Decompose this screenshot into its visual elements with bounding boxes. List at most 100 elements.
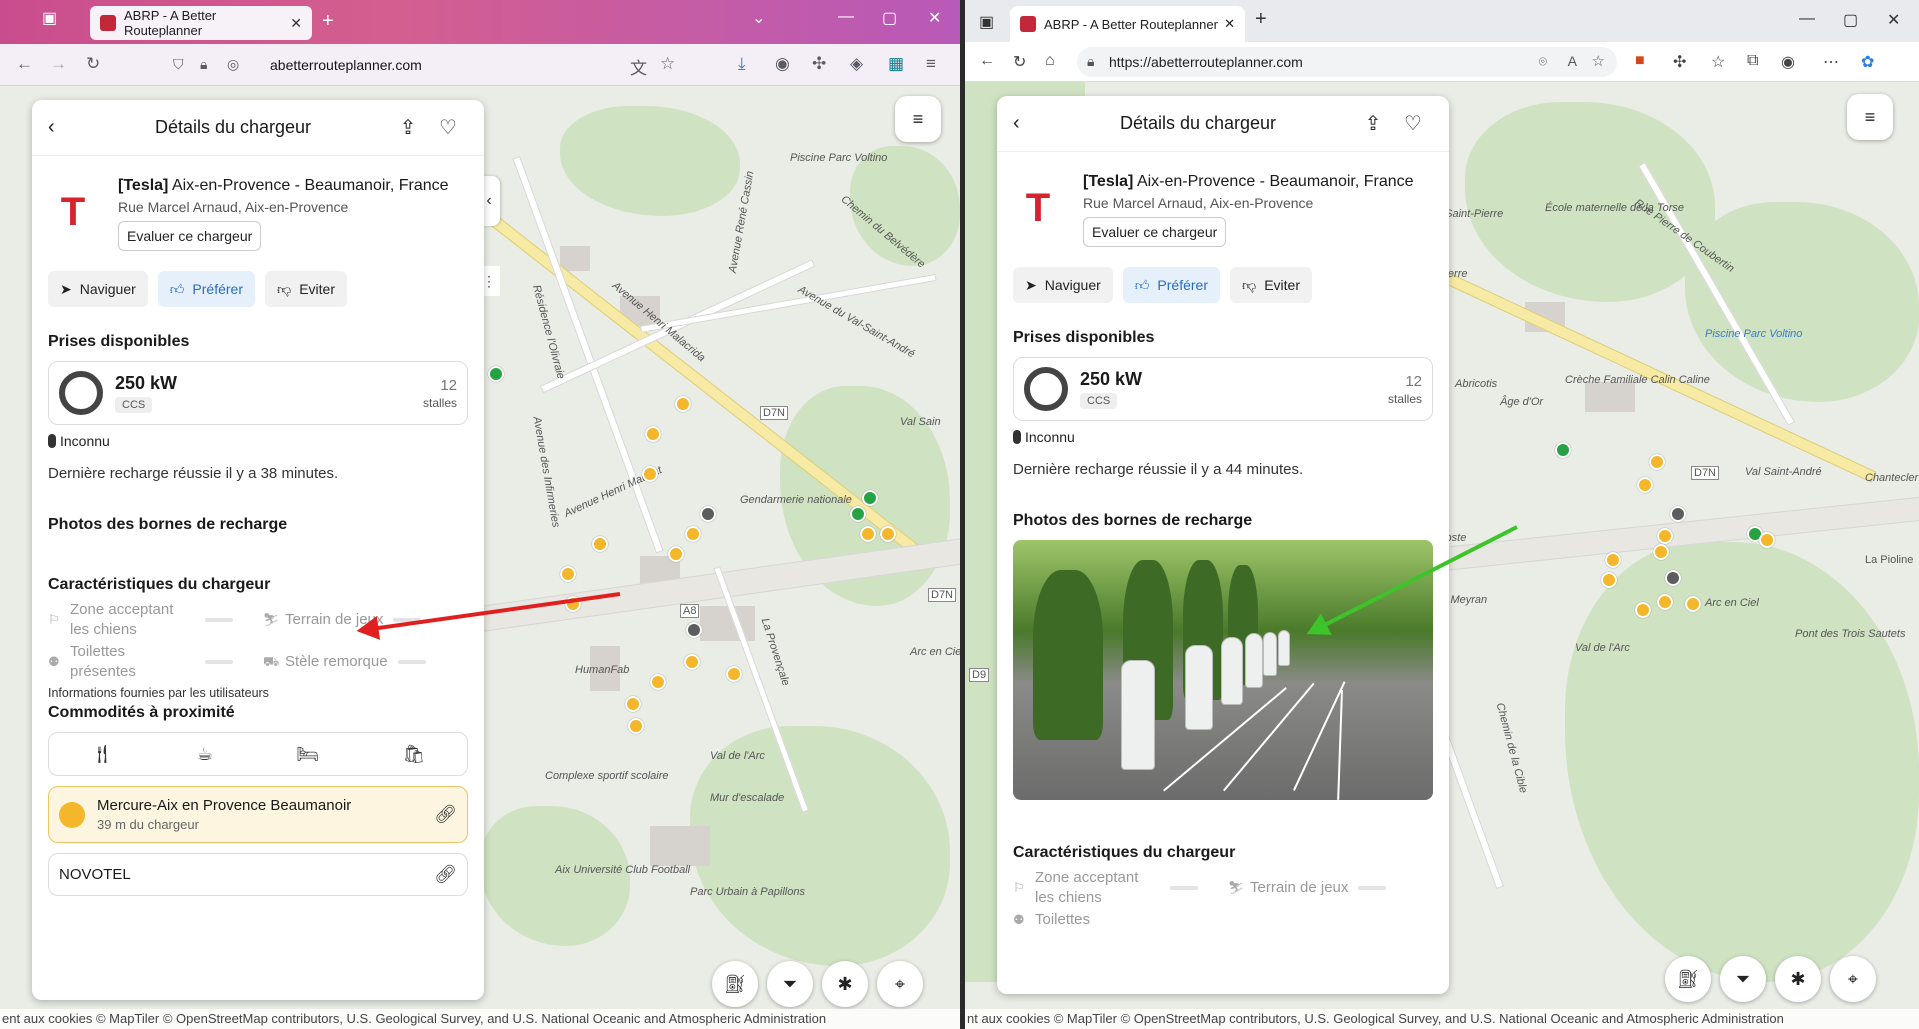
hamburger-menu-icon[interactable]: ≡ xyxy=(1847,94,1893,140)
tesla-charger-pin[interactable] xyxy=(1665,570,1681,586)
charger-pin[interactable] xyxy=(1637,477,1653,493)
crosshair-locate-icon[interactable]: ⌖ xyxy=(1830,956,1876,1002)
permissions-icon[interactable]: ◎ xyxy=(227,56,239,73)
tesla-charger-pin[interactable] xyxy=(686,622,702,638)
favorite-star-icon[interactable]: ☆ xyxy=(1592,52,1605,70)
minimize-icon[interactable]: — xyxy=(1799,10,1815,28)
url-bar[interactable]: 🔒︎ https://abetterrouteplanner.com ⌾ A ☆ xyxy=(1077,47,1617,77)
coffee-icon[interactable]: ☕︎ xyxy=(197,744,213,765)
charger-pin[interactable] xyxy=(862,490,878,506)
edge-active-tab[interactable]: ABRP - A Better Routeplanner ✕ xyxy=(1010,6,1245,42)
prefer-button[interactable]: 👍︎ Préférer xyxy=(1122,267,1220,303)
route-plan-icon[interactable]: ⛽︎ xyxy=(712,961,758,1007)
navigate-button[interactable]: ➤ Naviguer xyxy=(48,271,148,307)
shopping-bag-icon[interactable]: 🛍︎ xyxy=(402,744,425,765)
more-options-icon[interactable]: ⋯ xyxy=(1823,52,1839,72)
forward-icon[interactable]: → xyxy=(50,54,67,74)
charger-pin[interactable] xyxy=(685,526,701,542)
charger-pin[interactable] xyxy=(650,674,666,690)
privacy-extension-icon[interactable]: ◈ xyxy=(850,54,863,74)
firefox-active-tab[interactable]: ABRP - A Better Routeplanner ✕ xyxy=(90,6,312,40)
charger-pin[interactable] xyxy=(645,426,661,442)
firefox-menu-icon[interactable]: ≡ xyxy=(926,54,936,74)
charger-pin[interactable] xyxy=(1555,442,1571,458)
avoid-button[interactable]: 👎︎ Eviter xyxy=(1229,267,1312,303)
crosshair-locate-icon[interactable]: ⌖ xyxy=(877,961,923,1007)
charger-pin[interactable] xyxy=(488,366,504,382)
route-plan-icon[interactable]: ⛽︎ xyxy=(1665,956,1711,1002)
charger-pin[interactable] xyxy=(628,718,644,734)
filter-icon[interactable]: ⏷ xyxy=(767,961,813,1007)
rate-charger-button[interactable]: Evaluer ce chargeur xyxy=(1083,217,1227,247)
share-icon[interactable]: ⇪ xyxy=(388,115,428,140)
tab-overview-icon[interactable]: ▣ xyxy=(42,8,57,28)
avoid-button[interactable]: 👎︎ Eviter xyxy=(264,271,347,307)
maximize-icon[interactable]: ▢ xyxy=(1843,10,1858,30)
charger-pin[interactable] xyxy=(560,566,576,582)
reload-icon[interactable]: ↻ xyxy=(1013,52,1026,72)
charger-pin[interactable] xyxy=(1685,596,1701,612)
heart-icon[interactable]: ♡ xyxy=(1393,111,1433,136)
maximize-icon[interactable]: ▢ xyxy=(882,8,897,28)
charger-pin[interactable] xyxy=(625,696,641,712)
workspaces-icon[interactable]: ▣ xyxy=(979,12,994,32)
charger-pin[interactable] xyxy=(668,546,684,562)
new-tab-icon[interactable]: + xyxy=(1255,8,1267,31)
favorites-icon[interactable]: ☆ xyxy=(1711,52,1725,72)
translate-icon[interactable]: 文 xyxy=(630,54,647,79)
bed-icon[interactable]: 🛏︎ xyxy=(296,744,319,765)
bug-icon[interactable]: ✱ xyxy=(1775,956,1821,1002)
reload-icon[interactable]: ↻ xyxy=(86,54,100,74)
plug-card[interactable]: 250 kW CCS 12 stalles xyxy=(48,361,468,425)
bookmark-star-icon[interactable]: ☆ xyxy=(660,54,675,74)
lock-icon[interactable]: 🔒︎ xyxy=(200,56,207,73)
close-window-icon[interactable]: ✕ xyxy=(928,8,941,28)
charger-pin[interactable] xyxy=(860,526,876,542)
tesla-charger-pin[interactable] xyxy=(700,506,716,522)
bug-icon[interactable]: ✱ xyxy=(822,961,868,1007)
tab-list-chevron-icon[interactable]: ⌄ xyxy=(752,8,765,28)
charger-pin[interactable] xyxy=(1657,528,1673,544)
extension-avatar-icon[interactable]: ◉ xyxy=(775,54,790,74)
heart-icon[interactable]: ♡ xyxy=(428,115,468,140)
hamburger-menu-icon[interactable]: ≡ xyxy=(895,96,941,142)
back-icon[interactable]: ← xyxy=(979,52,995,70)
close-window-icon[interactable]: ✕ xyxy=(1887,10,1900,30)
rate-charger-button[interactable]: Evaluer ce chargeur xyxy=(118,221,262,251)
poi-item[interactable]: NOVOTEL 🔗︎ xyxy=(48,853,468,896)
charger-pin[interactable] xyxy=(592,536,608,552)
charger-pin[interactable] xyxy=(684,654,700,670)
collections-icon[interactable]: ⧉ xyxy=(1747,52,1758,70)
charger-photo[interactable] xyxy=(1013,540,1433,800)
tesla-charger-pin[interactable] xyxy=(1670,506,1686,522)
close-tab-icon[interactable]: ✕ xyxy=(290,15,302,32)
new-tab-icon[interactable]: + xyxy=(322,10,334,33)
extension-icon[interactable]: ■ xyxy=(1635,52,1645,70)
copilot-icon[interactable]: ✿ xyxy=(1861,52,1874,72)
charger-pin[interactable] xyxy=(1653,544,1669,560)
close-tab-icon[interactable]: ✕ xyxy=(1224,16,1235,32)
read-aloud-icon[interactable]: A xyxy=(1568,53,1577,69)
location-icon[interactable]: ⌾ xyxy=(1539,53,1547,70)
charger-pin[interactable] xyxy=(850,506,866,522)
minimize-icon[interactable]: — xyxy=(838,8,854,26)
extensions-puzzle-icon[interactable]: ✣ xyxy=(812,54,826,74)
charger-pin[interactable] xyxy=(642,466,658,482)
chevron-left-icon[interactable]: ‹ xyxy=(48,116,78,139)
chevron-left-icon[interactable]: ‹ xyxy=(1013,112,1043,135)
charger-pin[interactable] xyxy=(726,666,742,682)
download-icon[interactable]: ⤓ xyxy=(738,54,746,74)
charger-pin[interactable] xyxy=(1649,454,1665,470)
home-icon[interactable]: ⌂ xyxy=(1045,52,1055,70)
filter-icon[interactable]: ⏷ xyxy=(1720,956,1766,1002)
charger-pin[interactable] xyxy=(675,396,691,412)
back-icon[interactable]: ← xyxy=(16,54,33,74)
site-info-icon[interactable]: 🔒︎ xyxy=(1087,53,1094,70)
share-icon[interactable]: ⇪ xyxy=(1353,111,1393,136)
poi-item[interactable]: Mercure-Aix en Provence Beaumanoir 39 m … xyxy=(48,786,468,843)
navigate-button[interactable]: ➤ Naviguer xyxy=(1013,267,1113,303)
charger-pin[interactable] xyxy=(1605,552,1621,568)
fork-knife-icon[interactable]: 🍴︎ xyxy=(91,744,114,765)
shield-icon[interactable]: ⛉ xyxy=(173,56,184,73)
prefer-button[interactable]: 👍︎ Préférer xyxy=(157,271,255,307)
